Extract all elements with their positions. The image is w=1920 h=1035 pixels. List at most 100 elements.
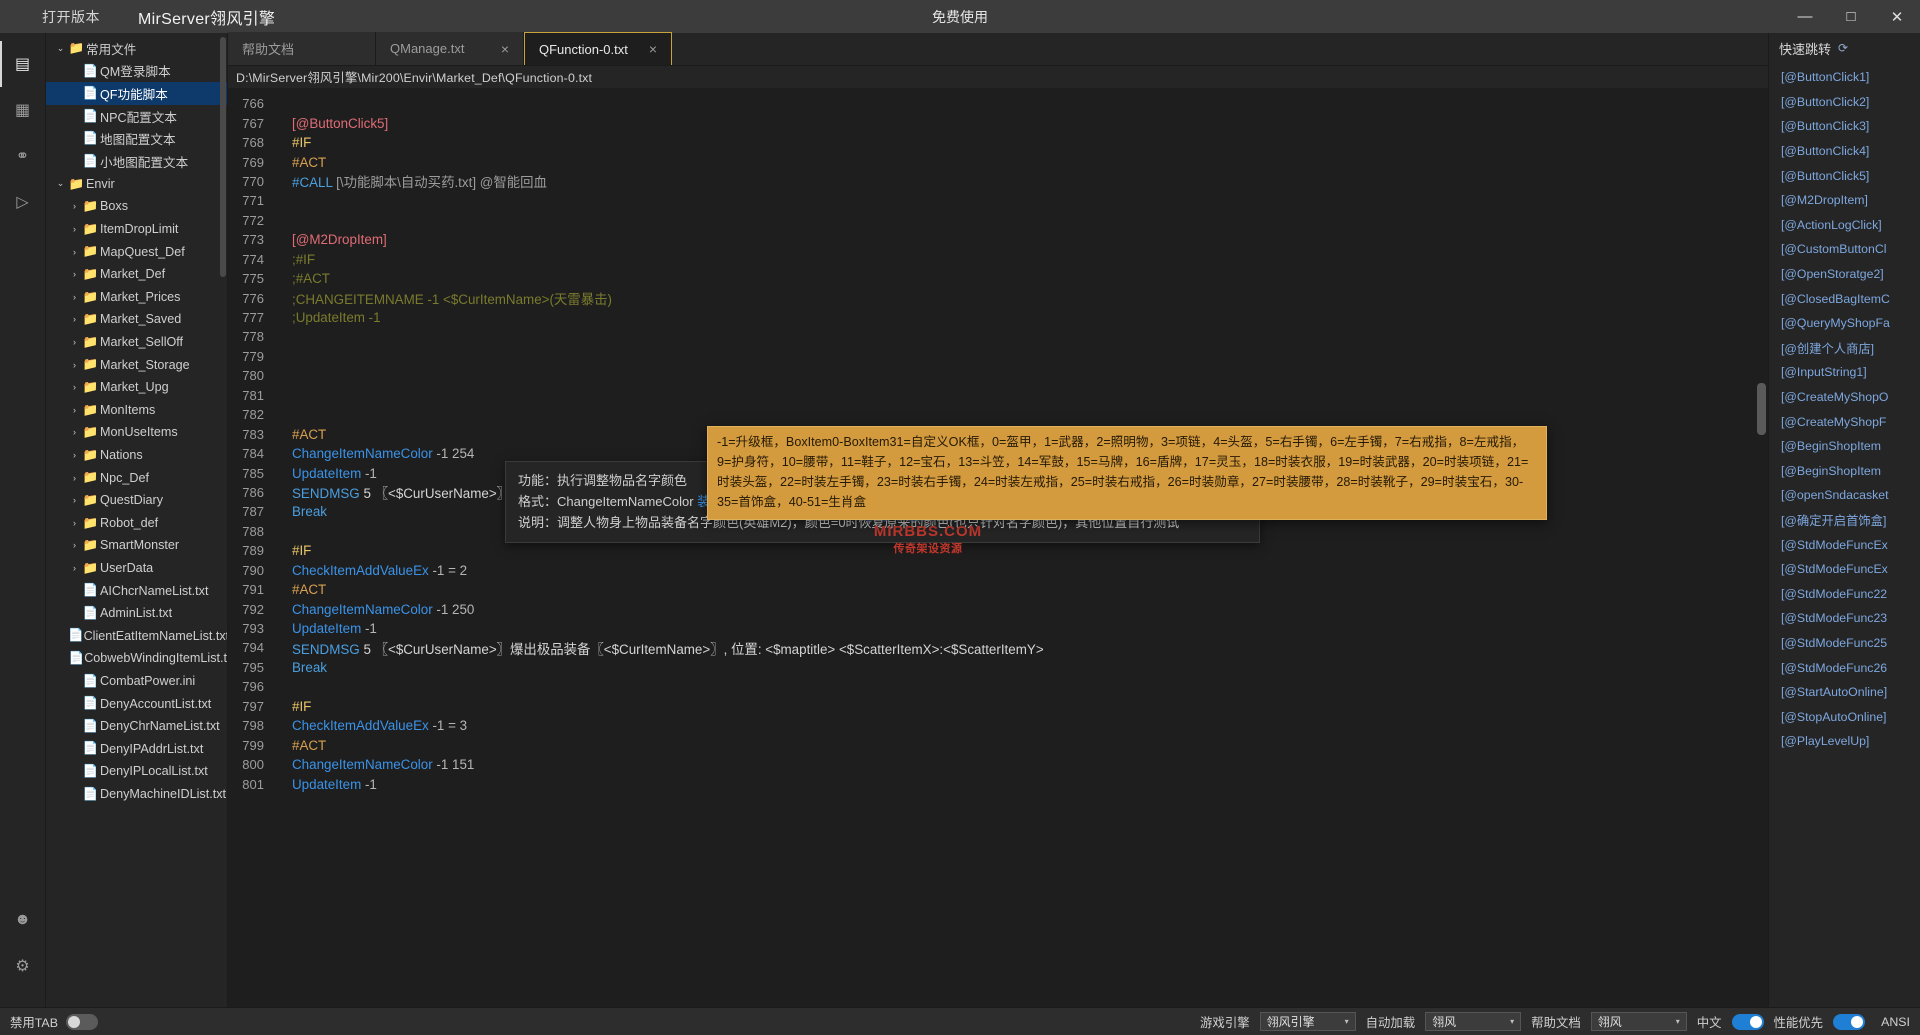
explorer-icon[interactable]: ▤: [0, 41, 46, 87]
quick-jump-item[interactable]: [@ButtonClick2]: [1769, 90, 1920, 115]
chevron-right-icon[interactable]: ›: [68, 314, 81, 324]
editor-tab[interactable]: QFunction-0.txt ×: [524, 32, 672, 65]
tree-file-item[interactable]: 📄 地图配置文本: [46, 127, 227, 150]
tree-file-item[interactable]: 📄 CombatPower.ini: [46, 670, 227, 693]
quick-jump-item[interactable]: [@ButtonClick4]: [1769, 139, 1920, 164]
tree-folder-item[interactable]: › 📁 Robot_def: [46, 511, 227, 534]
quick-jump-item[interactable]: [@BeginShopItem: [1769, 459, 1920, 484]
game-engine-select[interactable]: 翎风引擎 ▾: [1259, 1012, 1356, 1031]
code-line[interactable]: 789 #IF: [228, 541, 1754, 560]
quick-jump-item[interactable]: [@InputString1]: [1769, 360, 1920, 385]
code-line[interactable]: 766: [228, 94, 1754, 113]
grid-icon[interactable]: ▦: [0, 87, 46, 133]
chevron-right-icon[interactable]: ›: [68, 201, 81, 211]
tree-folder-item[interactable]: › 📁 ItemDropLimit: [46, 218, 227, 241]
code-line[interactable]: 769 #ACT: [228, 152, 1754, 171]
quick-jump-item[interactable]: [@ButtonClick3]: [1769, 114, 1920, 139]
chevron-right-icon[interactable]: ›: [68, 563, 81, 573]
tree-folder-item[interactable]: › 📁 Boxs: [46, 195, 227, 218]
close-tab-icon[interactable]: ×: [649, 42, 657, 56]
chevron-right-icon[interactable]: ›: [68, 382, 81, 392]
tree-file-item[interactable]: 📄 QM登录脚本: [46, 60, 227, 83]
code-line[interactable]: 772: [228, 211, 1754, 230]
code-line[interactable]: 768 #IF: [228, 133, 1754, 152]
code-line[interactable]: 801 UpdateItem -1: [228, 774, 1754, 793]
quick-jump-item[interactable]: [@M2DropItem]: [1769, 188, 1920, 213]
quick-jump-item[interactable]: [@确定开启首饰盒]: [1769, 508, 1920, 533]
chevron-right-icon[interactable]: ›: [68, 473, 81, 483]
code-line[interactable]: 782: [228, 405, 1754, 424]
tree-folder-item[interactable]: › 📁 MonItems: [46, 399, 227, 422]
chevron-right-icon[interactable]: ›: [68, 495, 81, 505]
chevron-right-icon[interactable]: ›: [68, 360, 81, 370]
chevron-right-icon[interactable]: ›: [68, 337, 81, 347]
code-line[interactable]: 792 ChangeItemNameColor -1 250: [228, 599, 1754, 618]
file-explorer-tree[interactable]: ⌄ 📁 常用文件 📄 QM登录脚本 📄 QF功能脚本 📄 NPC配置文本 📄 地图配置文本 📄 小地图配…: [46, 33, 228, 1007]
chevron-right-icon[interactable]: ›: [68, 292, 81, 302]
chevron-right-icon[interactable]: ›: [68, 405, 81, 415]
bug-icon[interactable]: ⚭: [0, 133, 46, 179]
editor-scrollbar[interactable]: [1754, 88, 1768, 1007]
quick-jump-item[interactable]: [@BeginShopItem: [1769, 434, 1920, 459]
quick-jump-item[interactable]: [@创建个人商店]: [1769, 336, 1920, 361]
quick-jump-item[interactable]: [@StdModeFuncEx: [1769, 557, 1920, 582]
tree-file-item[interactable]: 📄 AdminList.txt: [46, 602, 227, 625]
tree-file-item[interactable]: 📄 DenyIPLocalList.txt: [46, 760, 227, 783]
editor-tab[interactable]: QManage.txt ×: [376, 32, 524, 65]
code-line[interactable]: 791 #ACT: [228, 580, 1754, 599]
quick-jump-item[interactable]: [@StopAutoOnline]: [1769, 704, 1920, 729]
open-version-button[interactable]: 打开版本: [42, 7, 100, 27]
quick-jump-item[interactable]: [@StartAutoOnline]: [1769, 680, 1920, 705]
code-line[interactable]: 770 #CALL [\功能脚本\自动买药.txt] @智能回血: [228, 172, 1754, 191]
chevron-right-icon[interactable]: ›: [68, 518, 81, 528]
tree-folder-item[interactable]: › 📁 Market_Prices: [46, 286, 227, 309]
chevron-down-icon[interactable]: ⌄: [54, 178, 67, 189]
tree-folder-item[interactable]: › 📁 Market_Def: [46, 263, 227, 286]
quick-jump-item[interactable]: [@QueryMyShopFa: [1769, 311, 1920, 336]
quick-jump-item[interactable]: [@CustomButtonCl: [1769, 237, 1920, 262]
tree-file-item[interactable]: 📄 NPC配置文本: [46, 105, 227, 128]
settings-gear-icon[interactable]: ⚙: [0, 943, 46, 989]
editor-tab[interactable]: 帮助文档: [228, 32, 376, 65]
code-line[interactable]: 781: [228, 386, 1754, 405]
tree-file-item[interactable]: 📄 小地图配置文本: [46, 150, 227, 173]
account-icon[interactable]: ☻: [0, 897, 46, 943]
code-line[interactable]: 780: [228, 366, 1754, 385]
code-line[interactable]: 777 ;UpdateItem -1: [228, 308, 1754, 327]
quick-jump-item[interactable]: [@CreateMyShopF: [1769, 409, 1920, 434]
tree-folder-item[interactable]: › 📁 Market_Saved: [46, 308, 227, 331]
tree-folder-item[interactable]: › 📁 QuestDiary: [46, 489, 227, 512]
tree-scrollbar-thumb[interactable]: [220, 37, 226, 277]
chinese-toggle[interactable]: [1731, 1013, 1764, 1030]
tree-folder-item[interactable]: › 📁 Market_Storage: [46, 353, 227, 376]
chevron-right-icon[interactable]: ›: [68, 540, 81, 550]
code-line[interactable]: 775 ;#ACT: [228, 269, 1754, 288]
code-line[interactable]: 795 Break: [228, 658, 1754, 677]
code-line[interactable]: 796: [228, 677, 1754, 696]
quick-jump-item[interactable]: [@StdModeFunc22: [1769, 581, 1920, 606]
code-line[interactable]: 797 #IF: [228, 697, 1754, 716]
tree-folder-item[interactable]: › 📁 Market_SellOff: [46, 331, 227, 354]
quick-jump-item[interactable]: [@StdModeFunc26: [1769, 655, 1920, 680]
quick-jump-item[interactable]: [@StdModeFunc23: [1769, 606, 1920, 631]
code-line[interactable]: 774 ;#IF: [228, 250, 1754, 269]
quick-jump-item[interactable]: [@ButtonClick1]: [1769, 65, 1920, 90]
quick-jump-item[interactable]: [@StdModeFunc25: [1769, 631, 1920, 656]
chevron-right-icon[interactable]: ›: [68, 427, 81, 437]
quick-jump-item[interactable]: [@StdModeFuncEx: [1769, 532, 1920, 557]
code-line[interactable]: 800 ChangeItemNameColor -1 151: [228, 755, 1754, 774]
tree-folder-item[interactable]: › 📁 Market_Upg: [46, 376, 227, 399]
helpdoc-select[interactable]: 翎风 ▾: [1590, 1012, 1687, 1031]
code-line[interactable]: 799 #ACT: [228, 735, 1754, 754]
tree-file-item[interactable]: 📄 QF功能脚本: [46, 82, 227, 105]
performance-toggle[interactable]: [1833, 1013, 1866, 1030]
quick-jump-item[interactable]: [@ClosedBagItemC: [1769, 286, 1920, 311]
chevron-right-icon[interactable]: ›: [68, 450, 81, 460]
refresh-icon[interactable]: ⟳: [1838, 41, 1848, 55]
chevron-right-icon[interactable]: ›: [68, 269, 81, 279]
tree-folder-item[interactable]: › 📁 Npc_Def: [46, 466, 227, 489]
code-line[interactable]: 790 CheckItemAddValueEx -1 = 2: [228, 561, 1754, 580]
code-line[interactable]: 798 CheckItemAddValueEx -1 = 3: [228, 716, 1754, 735]
autoload-select[interactable]: 翎风 ▾: [1425, 1012, 1522, 1031]
tree-file-item[interactable]: 📄 DenyMachineIDList.txt: [46, 783, 227, 806]
